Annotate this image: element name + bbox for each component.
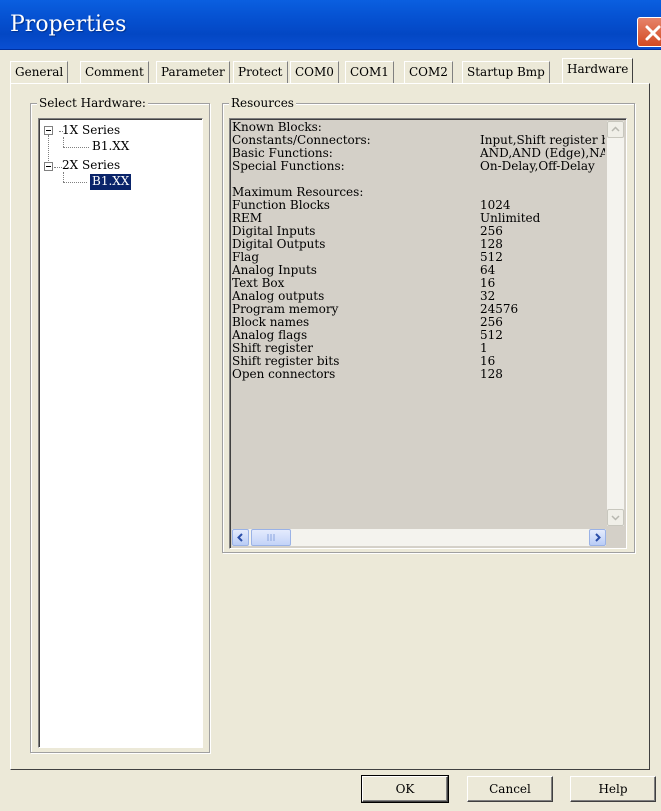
scroll-down-button[interactable] — [607, 509, 624, 526]
collapse-icon[interactable] — [44, 162, 53, 171]
tab-com0[interactable]: COM0 — [290, 61, 339, 83]
resource-value: 128 — [480, 368, 503, 381]
tree-leaf-b1xx-selected[interactable]: B1.XX — [88, 173, 133, 191]
chevron-right-icon — [595, 533, 601, 542]
hardware-tree[interactable]: 1X Series B1.XX 2X Series B1.XX — [38, 118, 203, 748]
resources-list[interactable]: Known Blocks: Constants/Connectors: Inpu… — [229, 118, 627, 549]
horizontal-scrollbar[interactable] — [232, 529, 606, 546]
chevron-up-icon — [611, 126, 620, 132]
scroll-up-button[interactable] — [607, 121, 624, 138]
resource-value: Unlimited — [480, 212, 541, 225]
tree-node-1x-series[interactable]: 1X Series — [62, 123, 120, 139]
resource-value: 16 — [480, 277, 496, 290]
help-button[interactable]: Help — [570, 776, 656, 802]
resource-value: 1 — [480, 342, 488, 355]
close-button[interactable] — [637, 17, 661, 47]
tab-strip: General Comment Parameter Protect COM0 C… — [10, 58, 650, 83]
tab-com1[interactable]: COM1 — [345, 61, 394, 83]
collapse-icon[interactable] — [44, 126, 53, 135]
resource-name: Special Functions: — [232, 159, 345, 173]
resource-value: On-Delay,Off-Delay — [480, 160, 595, 173]
tree-node-2x-series[interactable]: 2X Series — [62, 158, 120, 174]
close-icon — [645, 25, 661, 41]
cancel-button[interactable]: Cancel — [467, 776, 553, 802]
resource-value: 32 — [480, 290, 496, 303]
scroll-left-button[interactable] — [232, 529, 249, 546]
window-title: Properties — [10, 12, 127, 37]
resource-value: 64 — [480, 264, 496, 277]
tab-comment[interactable]: Comment — [80, 61, 149, 83]
resource-value: 512 — [480, 251, 503, 264]
tree-connector — [63, 172, 64, 182]
resource-value: 512 — [480, 329, 503, 342]
resource-value: 24576 — [480, 303, 519, 316]
scroll-thumb[interactable] — [251, 529, 291, 546]
tab-parameter[interactable]: Parameter — [156, 61, 230, 83]
resource-value: Input,Shift register bits — [480, 134, 605, 147]
tab-general[interactable]: General — [10, 61, 69, 83]
select-hardware-label: Select Hardware: — [37, 96, 148, 110]
resources-label: Resources — [229, 96, 296, 110]
resource-value: 256 — [480, 316, 503, 329]
scroll-right-button[interactable] — [589, 529, 606, 546]
vertical-scrollbar[interactable] — [607, 121, 624, 526]
chevron-left-icon — [237, 533, 243, 542]
tab-startup-bmp[interactable]: Startup Bmp — [462, 61, 550, 83]
tree-connector — [63, 147, 89, 148]
tab-protect[interactable]: Protect — [233, 61, 288, 83]
resource-name: Open connectors — [232, 367, 336, 381]
resource-value: AND,AND (Edge),NAND — [480, 147, 605, 160]
tree-connector — [54, 167, 62, 168]
tab-com2[interactable]: COM2 — [404, 61, 453, 83]
resource-value: 128 — [480, 238, 503, 251]
grip-icon — [267, 534, 275, 541]
scroll-corner — [607, 529, 624, 546]
resource-value: 16 — [480, 355, 496, 368]
tab-hardware[interactable]: Hardware — [562, 58, 634, 83]
resource-value: 1024 — [480, 199, 511, 212]
title-bar[interactable]: Properties — [0, 0, 661, 50]
resource-value: 256 — [480, 225, 503, 238]
tree-connector — [48, 135, 49, 161]
tree-connector — [63, 137, 64, 147]
chevron-down-icon — [611, 515, 620, 521]
tree-connector — [63, 182, 87, 183]
tree-leaf-b1xx[interactable]: B1.XX — [92, 139, 129, 155]
ok-button[interactable]: OK — [361, 775, 449, 803]
